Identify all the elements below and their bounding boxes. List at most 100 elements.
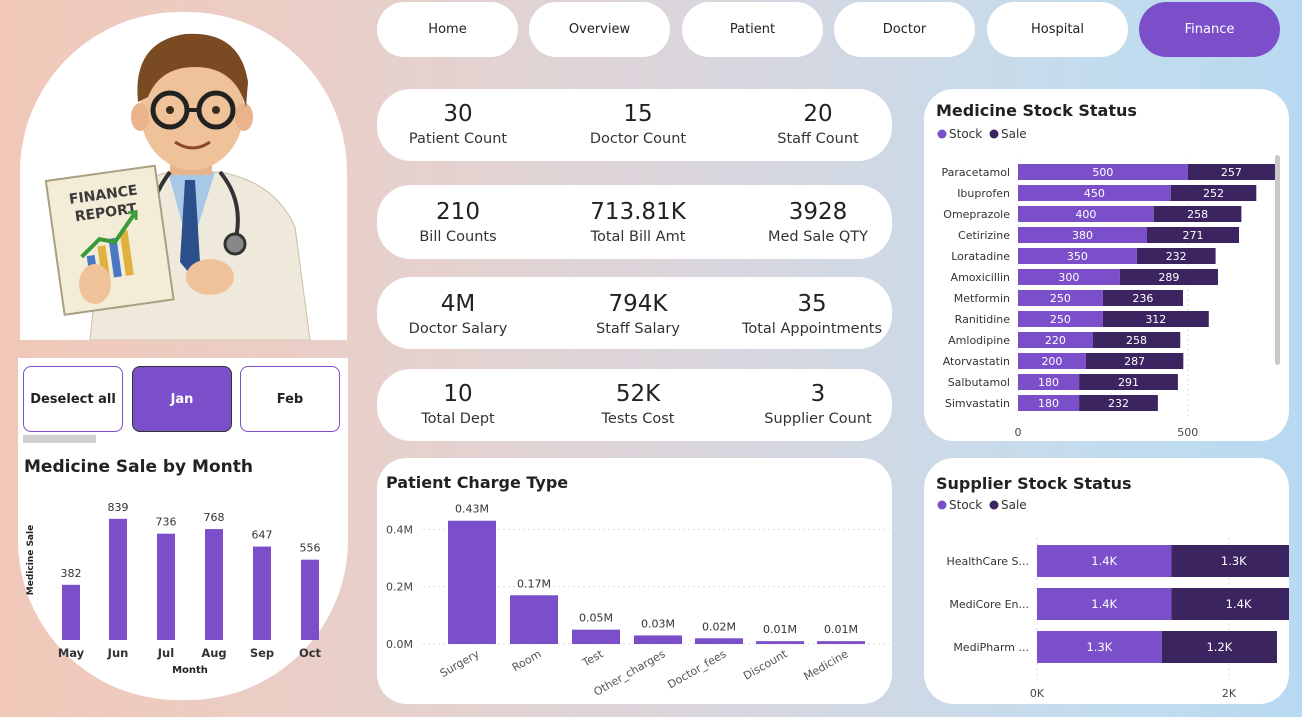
sale-bar-value: 287 [1124, 355, 1145, 368]
supplier-stock-chart: Stock Sale 0K 2K HealthCare S... 1.4K 1.3K Medi… [937, 498, 1289, 700]
category-label: Loratadine [951, 250, 1010, 263]
sale-bar-value: 258 [1187, 208, 1208, 221]
stock-bar-value: 180 [1038, 376, 1059, 389]
nav-doctor-button[interactable]: Doctor [834, 2, 975, 57]
legend-sale-marker [989, 500, 999, 510]
stock-bar-value: 220 [1045, 334, 1066, 347]
charge-bar-value: 0.03M [641, 617, 675, 630]
sale-bar-value: 252 [1203, 187, 1224, 200]
nav-finance-button[interactable]: Finance [1139, 2, 1280, 57]
month-bar-value: 647 [252, 529, 273, 542]
category-label: Salbutamol [948, 376, 1010, 389]
kpi-row-3: 4M Doctor Salary 794K Staff Salary 35 Total… [377, 277, 892, 349]
kpi-supplier-count: 3 Supplier Count [764, 381, 872, 427]
month-bar [62, 584, 80, 640]
stock-bar-value: 450 [1084, 187, 1105, 200]
charge-bar [634, 635, 682, 644]
category-label: Metformin [954, 292, 1010, 305]
medicine-stock-card: Medicine Stock Status Stock Sale 0 500 Parac… [924, 89, 1289, 441]
kpi-bill-counts: 210 Bill Counts [419, 199, 497, 245]
sale-bar-value: 1.4K [1226, 597, 1252, 611]
charge-bar [448, 520, 496, 644]
sale-bar-value: 291 [1118, 376, 1139, 389]
stock-bar-value: 380 [1072, 229, 1093, 242]
kpi-doctor-salary: 4M Doctor Salary [408, 291, 508, 337]
pcharge-ytick: 0.0M [386, 638, 413, 651]
category-label: Ibuprofen [957, 187, 1010, 200]
charge-category-label: Discount [741, 647, 790, 683]
medicine-sale-ylabel: Medicine Sale [26, 525, 36, 595]
pcharge-ytick: 0.4M [386, 523, 413, 536]
month-feb-button[interactable]: Feb [240, 366, 340, 432]
kpi-med-sale-qty: 3928 Med Sale QTY [767, 199, 869, 245]
kpi-staff-salary: 794K Staff Salary [596, 291, 680, 337]
charge-bar [510, 595, 558, 644]
charge-bar [756, 641, 804, 644]
month-bar-value: 839 [108, 501, 129, 514]
category-label: Atorvastatin [943, 355, 1010, 368]
month-jan-button[interactable]: Jan [132, 366, 232, 432]
kpi-patient-count: 30 Patient Count [408, 101, 508, 147]
category-label: Omeprazole [943, 208, 1010, 221]
charge-bar-value: 0.17M [517, 577, 551, 590]
stock-bar-value: 250 [1050, 292, 1071, 305]
stock-bar-value: 180 [1038, 397, 1059, 410]
month-bar [109, 518, 127, 640]
category-label: HealthCare S... [946, 555, 1029, 568]
month-tick-label: Aug [201, 646, 226, 660]
kpi-row-2: 210 Bill Counts 713.81K Total Bill Amt 392… [377, 185, 892, 259]
kpi-total-appointments: 35 Total Appointments [741, 291, 883, 337]
sale-bar-value: 232 [1166, 250, 1187, 263]
charge-category-label: Doctor_fees [665, 647, 728, 691]
medicine-stock-scrollbar[interactable] [1275, 155, 1280, 365]
kpi-row-4: 10 Total Dept 52K Tests Cost 3 Supplier Cou… [377, 369, 892, 441]
nav-patient-button[interactable]: Patient [682, 2, 823, 57]
legend-stock-label: Stock [949, 127, 982, 141]
kpi-row-1: 30 Patient Count 15 Doctor Count 20 Staff C… [377, 89, 892, 161]
legend-stock-label: Stock [949, 498, 982, 512]
charge-category-label: Surgery [438, 647, 482, 680]
slicer-scrollbar[interactable] [23, 435, 96, 443]
sale-bar-value: 312 [1145, 313, 1166, 326]
charge-bar-value: 0.01M [763, 623, 797, 636]
month-bar [301, 559, 319, 640]
sale-bar-value: 257 [1221, 166, 1242, 179]
month-tick-label: May [58, 646, 85, 660]
category-label: Paracetamol [941, 166, 1010, 179]
charge-category-label: Test [579, 647, 606, 670]
stock-bar-value: 1.4K [1091, 597, 1117, 611]
charge-bar [695, 638, 743, 644]
charge-bar-value: 0.43M [455, 503, 489, 516]
kpi-staff-count: 20 Staff Count [777, 101, 859, 147]
kpi-total-dept: 10 Total Dept [421, 381, 495, 427]
category-label: Ranitidine [955, 313, 1011, 326]
kpi-total-bill-amt: 713.81K Total Bill Amt [590, 199, 686, 245]
stock-bar-value: 250 [1050, 313, 1071, 326]
month-bar-value: 768 [204, 511, 225, 524]
sale-bar-value: 258 [1126, 334, 1147, 347]
nav-overview-button[interactable]: Overview [529, 2, 670, 57]
stock-bar-value: 1.3K [1086, 640, 1112, 654]
sale-bar-value: 1.3K [1221, 554, 1247, 568]
category-label: MediPharm ... [953, 641, 1029, 654]
medicine-sale-chart: Medicine Sale Month 382 May 839 Jun 736 Jul 76… [26, 501, 322, 676]
charge-category-label: Room [510, 647, 544, 674]
month-bar [157, 533, 175, 640]
charge-bar [572, 629, 620, 644]
charge-bar-value: 0.05M [579, 612, 613, 625]
month-tick-label: Oct [299, 646, 322, 660]
x-tick-label: 0 [1015, 426, 1022, 439]
stock-bar-value: 400 [1075, 208, 1096, 221]
kpi-doctor-count: 15 Doctor Count [589, 101, 687, 147]
month-slicer-card: Deselect all Jan Feb Medicine Sale by Mo… [18, 358, 348, 700]
legend-sale-label: Sale [1001, 127, 1027, 141]
medicine-stock-chart: Stock Sale 0 500 Paracetamol 500 257 Ibuprofen 4… [937, 127, 1275, 439]
stock-bar-value: 350 [1067, 250, 1088, 263]
nav-home-button[interactable]: Home [377, 2, 518, 57]
doctor-illustration-card: FINANCE REPORT [20, 12, 347, 340]
month-bar [205, 529, 223, 640]
nav-hospital-button[interactable]: Hospital [987, 2, 1128, 57]
category-label: Amlodipine [948, 334, 1010, 347]
deselect-all-button[interactable]: Deselect all [23, 366, 123, 432]
charge-bar-value: 0.02M [702, 620, 736, 633]
